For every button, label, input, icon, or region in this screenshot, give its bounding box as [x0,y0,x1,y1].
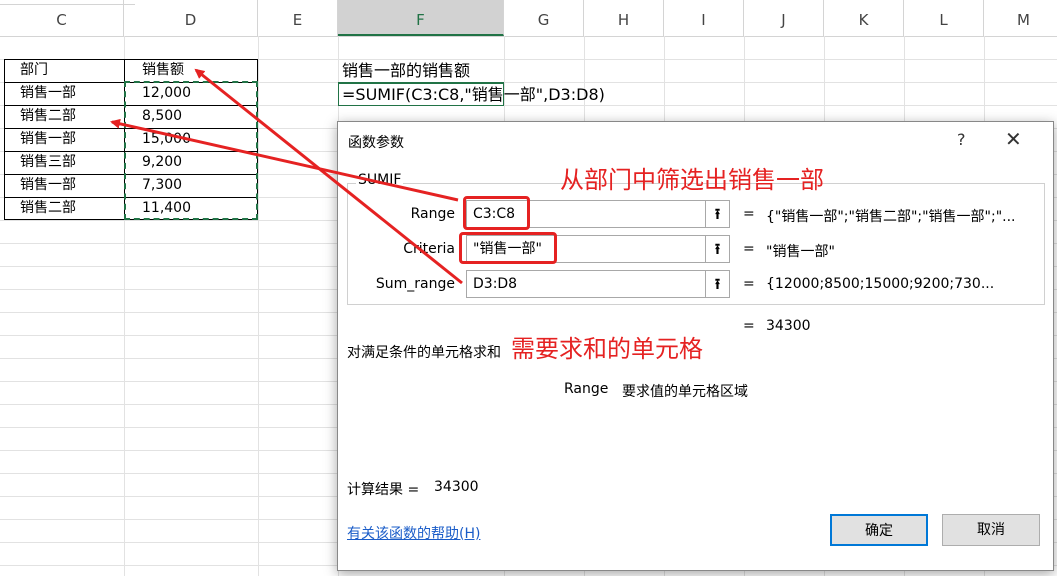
annotation-arrows [110,68,463,285]
arrow-sum-range-to-sales [194,68,463,285]
arrow-criteria-to-department [110,118,459,202]
